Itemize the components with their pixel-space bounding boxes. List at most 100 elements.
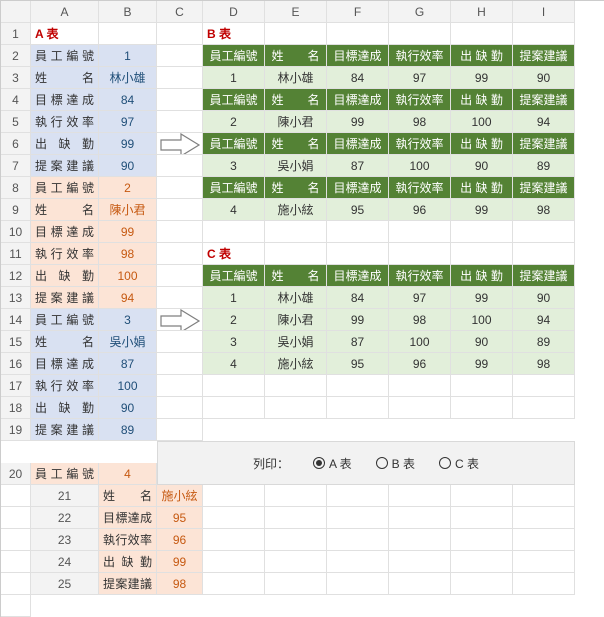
- radio-option[interactable]: C 表: [439, 455, 479, 472]
- col-header[interactable]: C: [157, 1, 203, 23]
- empty-cell[interactable]: [203, 375, 265, 397]
- c-cell[interactable]: 96: [389, 353, 451, 375]
- empty-cell[interactable]: [513, 507, 575, 529]
- empty-cell[interactable]: [451, 23, 513, 45]
- row-header[interactable]: 5: [1, 111, 31, 133]
- empty-cell[interactable]: [513, 397, 575, 419]
- field-value[interactable]: 98: [99, 243, 157, 265]
- empty-cell[interactable]: [203, 507, 265, 529]
- row-header[interactable]: 7: [1, 155, 31, 177]
- empty-cell[interactable]: [327, 221, 389, 243]
- c-cell[interactable]: 98: [513, 353, 575, 375]
- b-cell[interactable]: 100: [389, 155, 451, 177]
- c-cell[interactable]: 84: [327, 287, 389, 309]
- empty-cell[interactable]: [157, 265, 203, 287]
- empty-cell[interactable]: [513, 485, 575, 507]
- b-cell[interactable]: 吳小娟: [265, 155, 327, 177]
- row-header[interactable]: 24: [31, 551, 99, 573]
- empty-cell[interactable]: [389, 529, 451, 551]
- row-header[interactable]: 1: [1, 23, 31, 45]
- empty-cell[interactable]: [157, 23, 203, 45]
- c-cell[interactable]: 98: [389, 309, 451, 331]
- b-cell[interactable]: 98: [513, 199, 575, 221]
- empty-cell[interactable]: [327, 573, 389, 595]
- field-value[interactable]: 99: [157, 551, 203, 573]
- empty-cell[interactable]: [1, 573, 31, 595]
- empty-cell[interactable]: [157, 221, 203, 243]
- field-value[interactable]: 陳小君: [99, 199, 157, 221]
- c-cell[interactable]: 89: [513, 331, 575, 353]
- empty-cell[interactable]: [451, 529, 513, 551]
- field-value[interactable]: 1: [99, 45, 157, 67]
- c-cell[interactable]: 90: [513, 287, 575, 309]
- c-cell[interactable]: 97: [389, 287, 451, 309]
- empty-cell[interactable]: [513, 221, 575, 243]
- b-cell[interactable]: 98: [389, 111, 451, 133]
- field-value[interactable]: 2: [99, 177, 157, 199]
- empty-cell[interactable]: [389, 397, 451, 419]
- col-header[interactable]: G: [389, 1, 451, 23]
- empty-cell[interactable]: [451, 551, 513, 573]
- empty-cell[interactable]: [451, 573, 513, 595]
- row-header[interactable]: 14: [1, 309, 31, 331]
- empty-cell[interactable]: [513, 375, 575, 397]
- empty-cell[interactable]: [157, 353, 203, 375]
- empty-cell[interactable]: [203, 529, 265, 551]
- empty-cell[interactable]: [265, 573, 327, 595]
- row-header[interactable]: 8: [1, 177, 31, 199]
- empty-cell[interactable]: [157, 397, 203, 419]
- empty-cell[interactable]: [327, 243, 389, 265]
- field-value[interactable]: 89: [99, 419, 157, 441]
- c-cell[interactable]: 陳小君: [265, 309, 327, 331]
- b-cell[interactable]: 林小雄: [265, 67, 327, 89]
- empty-cell[interactable]: [265, 397, 327, 419]
- c-cell[interactable]: 3: [203, 331, 265, 353]
- empty-cell[interactable]: [157, 199, 203, 221]
- b-cell[interactable]: 96: [389, 199, 451, 221]
- col-header[interactable]: B: [99, 1, 157, 23]
- empty-cell[interactable]: [389, 573, 451, 595]
- field-value[interactable]: 吳小娟: [99, 331, 157, 353]
- empty-cell[interactable]: [1, 551, 31, 573]
- col-header[interactable]: I: [513, 1, 575, 23]
- field-value[interactable]: 3: [99, 309, 157, 331]
- field-value[interactable]: 97: [99, 111, 157, 133]
- field-value[interactable]: 96: [157, 529, 203, 551]
- empty-cell[interactable]: [157, 375, 203, 397]
- empty-cell[interactable]: [389, 23, 451, 45]
- empty-cell[interactable]: [157, 89, 203, 111]
- b-cell[interactable]: 1: [203, 67, 265, 89]
- field-value[interactable]: 施小絃: [157, 485, 203, 507]
- empty-cell[interactable]: [327, 485, 389, 507]
- empty-cell[interactable]: [265, 375, 327, 397]
- b-cell[interactable]: 99: [451, 199, 513, 221]
- b-cell[interactable]: 89: [513, 155, 575, 177]
- empty-cell[interactable]: [513, 23, 575, 45]
- row-header[interactable]: 16: [1, 353, 31, 375]
- field-value[interactable]: 90: [99, 397, 157, 419]
- empty-cell[interactable]: [157, 243, 203, 265]
- row-header[interactable]: 9: [1, 199, 31, 221]
- row-header[interactable]: 2: [1, 45, 31, 67]
- empty-cell[interactable]: [389, 243, 451, 265]
- row-header[interactable]: 22: [31, 507, 99, 529]
- b-cell[interactable]: 90: [513, 67, 575, 89]
- b-cell[interactable]: 87: [327, 155, 389, 177]
- b-cell[interactable]: 2: [203, 111, 265, 133]
- c-cell[interactable]: 99: [451, 287, 513, 309]
- empty-cell[interactable]: [157, 155, 203, 177]
- c-cell[interactable]: 施小絃: [265, 353, 327, 375]
- col-header[interactable]: D: [203, 1, 265, 23]
- empty-cell[interactable]: [327, 23, 389, 45]
- row-header[interactable]: 18: [1, 397, 31, 419]
- empty-cell[interactable]: [451, 243, 513, 265]
- field-value[interactable]: 90: [99, 155, 157, 177]
- row-header[interactable]: 21: [31, 485, 99, 507]
- empty-cell[interactable]: [265, 485, 327, 507]
- b-cell[interactable]: 陳小君: [265, 111, 327, 133]
- c-cell[interactable]: 2: [203, 309, 265, 331]
- col-header[interactable]: F: [327, 1, 389, 23]
- c-cell[interactable]: 94: [513, 309, 575, 331]
- row-header[interactable]: 20: [1, 463, 31, 485]
- field-value[interactable]: 99: [99, 221, 157, 243]
